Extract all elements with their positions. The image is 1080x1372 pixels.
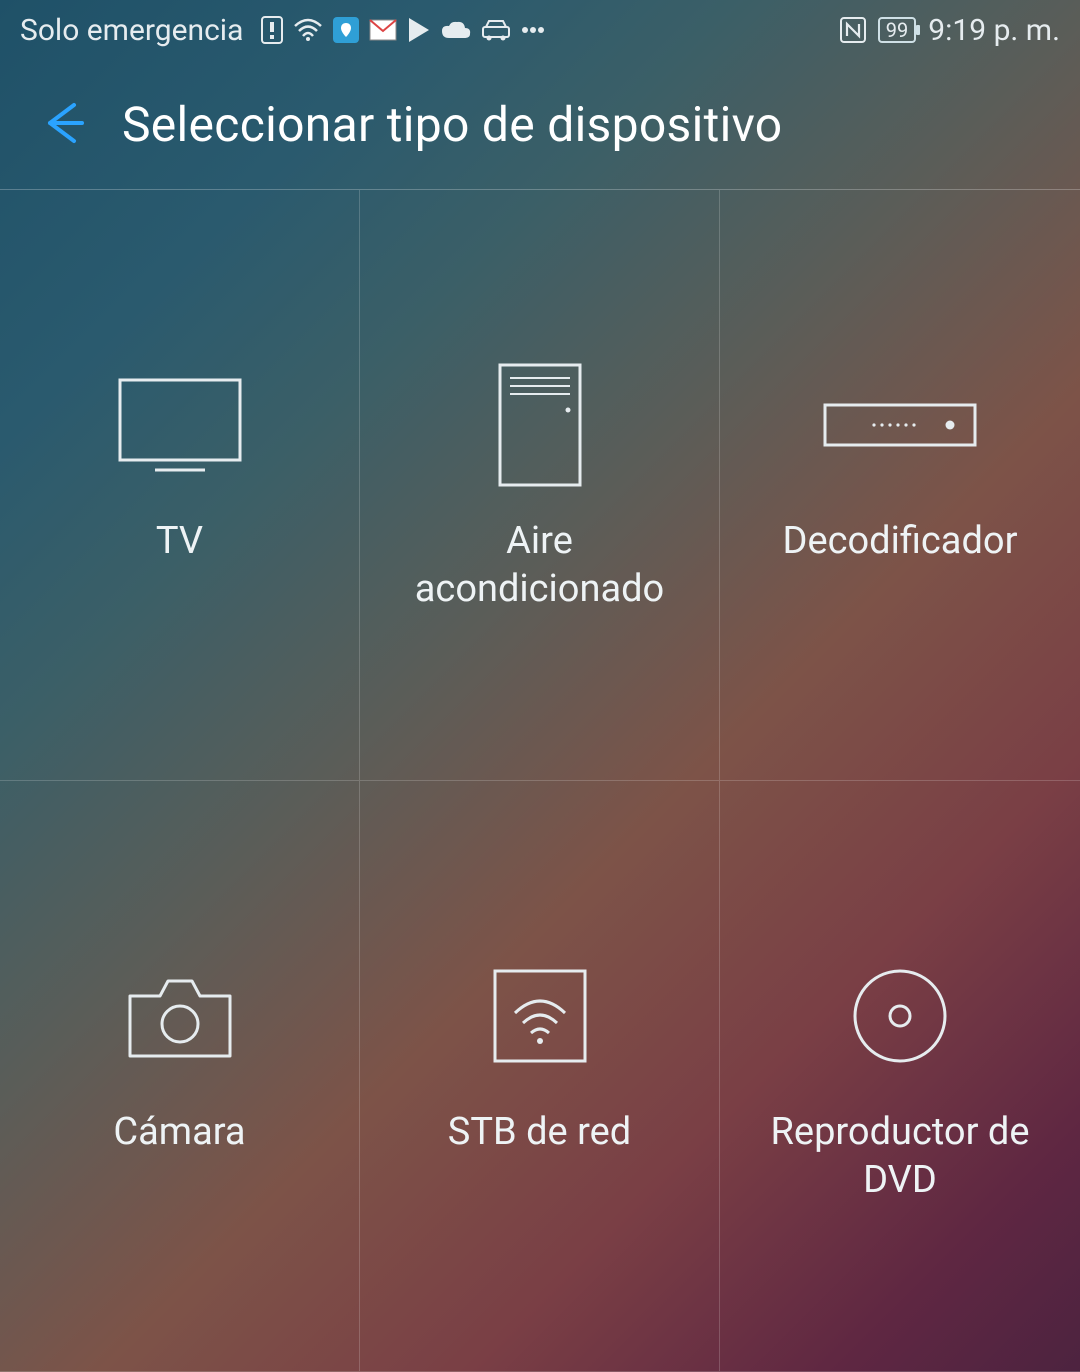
battery-indicator: 99 [878, 17, 916, 43]
device-stb-label: Decodificador [765, 518, 1036, 566]
play-store-icon [407, 17, 431, 43]
device-type-grid: TV Aire acondicionado [0, 190, 1080, 1372]
device-tv[interactable]: TV [0, 190, 360, 781]
page-title: Seleccionar tipo de dispositivo [122, 96, 782, 153]
device-stb[interactable]: Decodificador [720, 190, 1080, 781]
app-bar: Seleccionar tipo de dispositivo [0, 60, 1080, 190]
device-camera-label: Cámara [95, 1109, 263, 1157]
status-bar: Solo emergencia [0, 0, 1080, 60]
device-camera[interactable]: Cámara [0, 781, 360, 1372]
sim-alert-icon [261, 16, 283, 44]
cloud-icon [441, 20, 471, 40]
netstb-icon [485, 931, 595, 1101]
arrow-left-icon [36, 95, 92, 155]
clock-text: 9:19 p. m. [928, 13, 1060, 48]
device-ac[interactable]: Aire acondicionado [360, 190, 720, 781]
device-dvd[interactable]: Reproductor de DVD [720, 781, 1080, 1372]
mail-icon [369, 19, 397, 41]
app-icon [333, 17, 359, 43]
device-ac-label: Aire acondicionado [360, 518, 719, 613]
device-tv-label: TV [138, 518, 221, 566]
more-icon [521, 26, 545, 34]
back-button[interactable] [24, 85, 104, 165]
car-icon [481, 19, 511, 41]
wifi-icon [293, 18, 323, 42]
network-status-text: Solo emergencia [20, 13, 243, 48]
dvd-icon [845, 931, 955, 1101]
camera-icon [120, 931, 240, 1101]
ac-icon [490, 340, 590, 510]
nfc-icon [840, 17, 866, 43]
status-icons-left [261, 16, 545, 44]
battery-level-text: 99 [886, 20, 908, 40]
device-netstb-label: STB de red [430, 1109, 649, 1157]
device-dvd-label: Reproductor de DVD [720, 1109, 1080, 1204]
tv-icon [110, 340, 250, 510]
device-netstb[interactable]: STB de red [360, 781, 720, 1372]
stb-icon [820, 340, 980, 510]
